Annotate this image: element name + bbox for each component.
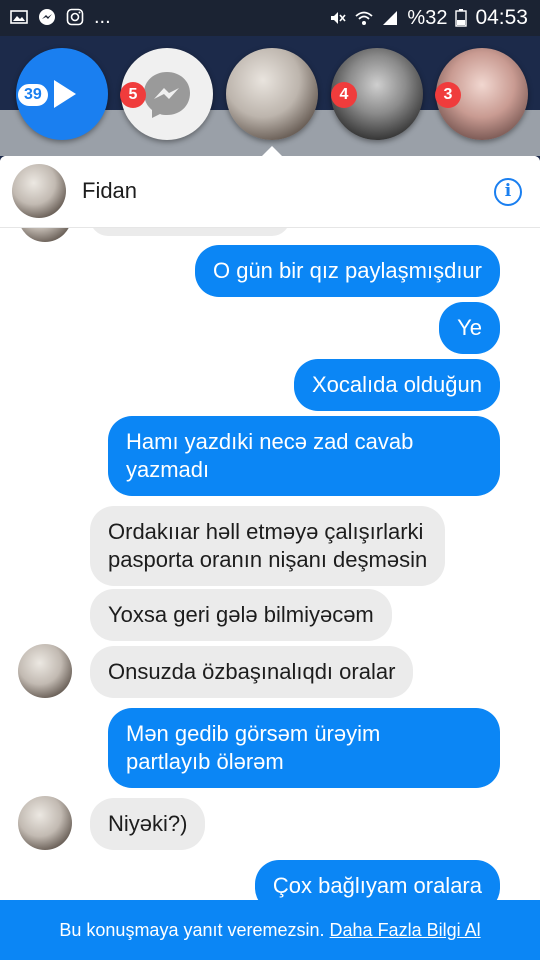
message-bubble-incoming	[90, 228, 290, 236]
message-text: Hamı yazdıki necə zad cavab	[126, 429, 414, 454]
message-text: pasporta oranın nişanı deşməsin	[108, 547, 428, 572]
cannot-reply-notice: Bu konuşmaya yanıt veremezsin.	[59, 920, 325, 940]
message-bubble-incoming[interactable]: Ordakııar həll etməyə çalışırlarki paspo…	[90, 506, 446, 586]
wifi-icon	[355, 11, 373, 25]
message-text: Çox bağlıyam oralara	[272, 873, 482, 898]
message-bubble-incoming[interactable]: Onsuzda özbaşınalıqdı oralar	[90, 646, 414, 698]
unread-badge: 39	[16, 82, 50, 108]
chat-header: Fidan i	[0, 156, 540, 228]
unread-badge: 4	[331, 82, 357, 108]
message-text: Mən gedib görsəm ürəyim	[126, 721, 381, 746]
mute-icon	[331, 12, 347, 24]
message-text: Ordakııar həll etməyə çalışırlarki	[108, 519, 424, 544]
message-text: Niyəki?)	[108, 811, 188, 836]
signal-icon	[383, 11, 398, 25]
message-text: O gün bir qız paylaşmışdıur	[212, 258, 482, 283]
avatar	[18, 644, 72, 698]
status-bar: ... %32 04:53	[0, 0, 540, 36]
cannot-reply-bar: Bu konuşmaya yanıt veremezsin. Daha Fazl…	[0, 900, 540, 960]
instagram-icon	[66, 8, 84, 26]
battery-icon	[455, 9, 468, 27]
avatar[interactable]	[12, 164, 66, 218]
message-bubble-outgoing[interactable]: Mən gedib görsəm ürəyim partlayıb ölərəm	[108, 708, 500, 788]
message-bubble-outgoing[interactable]: Çox bağlıyam oralara	[254, 860, 500, 900]
chat-heads-strip: 39 5 4 3	[0, 36, 540, 156]
info-icon[interactable]: i	[494, 178, 522, 206]
message-bubble-incoming[interactable]: Niyəki?)	[90, 798, 206, 850]
message-text: Yoxsa geri gələ bilmiyəcəm	[108, 602, 374, 627]
more-notifications-icon: ...	[94, 6, 111, 28]
message-bubble-outgoing[interactable]: Xocalıda olduğun	[293, 359, 500, 411]
clock: 04:53	[475, 6, 528, 29]
gallery-icon	[10, 10, 28, 24]
chat-panel: Fidan i O gün bir qız paylaşmışdıur Ye X…	[0, 156, 540, 960]
unread-badge: 5	[120, 82, 146, 108]
message-bubble-outgoing[interactable]: Hamı yazdıki necə zad cavab yazmadı	[108, 416, 500, 496]
unread-badge: 3	[435, 82, 461, 108]
battery-percent: %32	[407, 6, 448, 29]
message-text: partlayıb ölərəm	[126, 749, 284, 774]
messenger-status-icon	[39, 9, 55, 25]
avatar	[18, 796, 72, 850]
message-text: yazmadı	[126, 457, 210, 482]
learn-more-link[interactable]: Daha Fazla Bilgi Al	[330, 920, 481, 940]
avatar	[18, 228, 72, 242]
message-list[interactable]: O gün bir qız paylaşmışdıur Ye Xocalıda …	[0, 228, 540, 900]
contact-name[interactable]: Fidan	[82, 178, 137, 204]
message-bubble-incoming[interactable]: Yoxsa geri gələ bilmiyəcəm	[90, 589, 392, 641]
active-head-pointer	[260, 146, 284, 158]
chat-head-fidan[interactable]	[226, 48, 318, 140]
message-bubble-outgoing[interactable]: O gün bir qız paylaşmışdıur	[194, 245, 500, 297]
message-bubble-outgoing[interactable]: Ye	[439, 302, 500, 354]
message-text: Ye	[457, 315, 482, 340]
message-text: Xocalıda olduğun	[311, 372, 482, 397]
message-text: Onsuzda özbaşınalıqdı oralar	[108, 659, 396, 684]
